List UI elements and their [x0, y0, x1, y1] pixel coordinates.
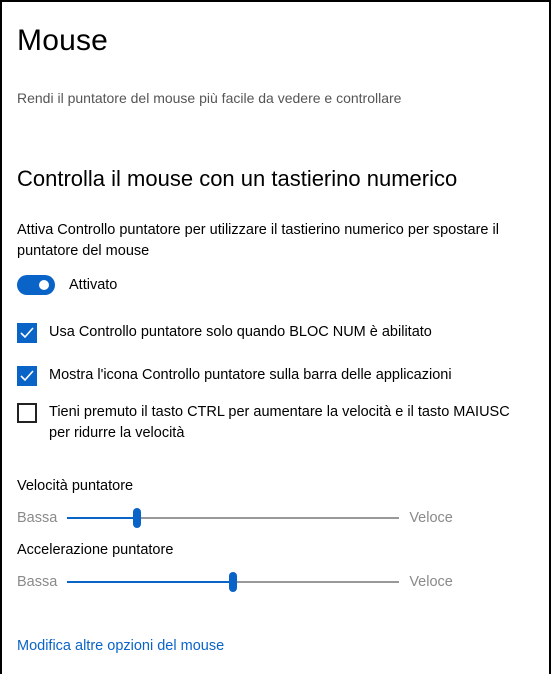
checkmark-icon — [20, 370, 34, 382]
option-numlock-checkbox[interactable] — [17, 323, 37, 343]
mouse-keys-toggle[interactable] — [17, 275, 55, 295]
option-ctrl-shift-row: Tieni premuto il tasto CTRL per aumentar… — [17, 403, 519, 444]
acceleration-slider-thumb[interactable] — [229, 572, 238, 592]
acceleration-slider-title: Accelerazione puntatore — [17, 542, 174, 558]
option-ctrl-shift-label: Tieni premuto il tasto CTRL per aumentar… — [49, 404, 510, 441]
acceleration-slider[interactable] — [67, 572, 400, 592]
option-ctrl-shift-checkbox[interactable] — [17, 403, 37, 423]
option-taskbar-icon-row: Mostra l'icona Controllo puntatore sulla… — [17, 366, 519, 386]
speed-slider[interactable] — [67, 508, 400, 528]
acceleration-min-label: Bassa — [17, 574, 58, 590]
option-numlock-row: Usa Controllo puntatore solo quando BLOC… — [17, 323, 519, 343]
speed-slider-row: Bassa Veloce — [17, 508, 453, 528]
acceleration-slider-row: Bassa Veloce — [17, 572, 453, 592]
slider-track-fill — [67, 517, 138, 519]
section-heading: Controlla il mouse con un tastierino num… — [17, 166, 458, 191]
toggle-knob — [39, 280, 49, 290]
checkmark-icon — [20, 327, 34, 339]
speed-slider-title: Velocità puntatore — [17, 478, 134, 494]
toggle-label: Attivato — [69, 277, 118, 293]
slider-track-fill — [67, 581, 234, 583]
page-subtitle: Rendi il puntatore del mouse più facile … — [17, 90, 402, 106]
speed-min-label: Bassa — [17, 510, 58, 526]
option-taskbar-icon-checkbox[interactable] — [17, 366, 37, 386]
option-taskbar-icon-label: Mostra l'icona Controllo puntatore sulla… — [49, 367, 452, 383]
more-mouse-options-link[interactable]: Modifica altre opzioni del mouse — [17, 638, 224, 654]
speed-max-label: Veloce — [409, 510, 453, 526]
acceleration-max-label: Veloce — [409, 574, 453, 590]
section-description: Attiva Controllo puntatore per utilizzar… — [17, 222, 499, 259]
mouse-keys-toggle-row: Attivato — [17, 275, 117, 295]
option-numlock-label: Usa Controllo puntatore solo quando BLOC… — [49, 324, 432, 340]
page-title: Mouse — [17, 24, 109, 57]
speed-slider-thumb[interactable] — [133, 508, 142, 528]
